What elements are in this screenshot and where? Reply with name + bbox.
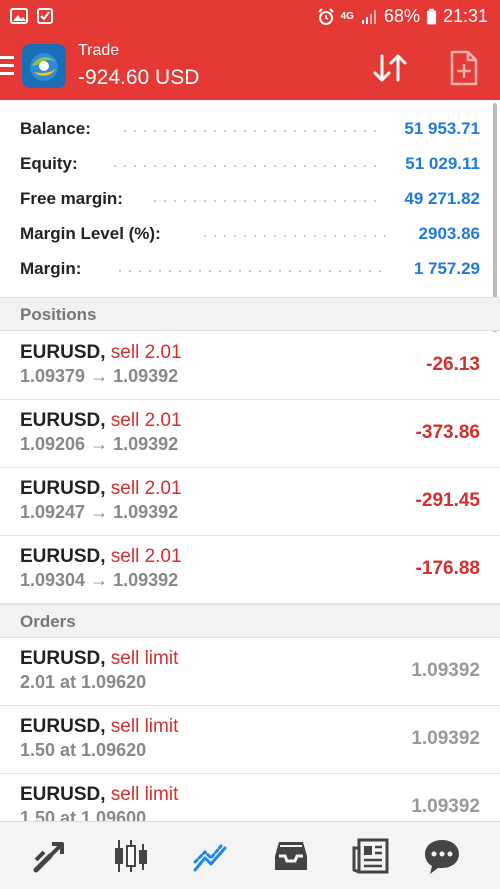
network-label: 4G xyxy=(340,11,354,22)
account-summary: Balance: 51 953.71 Equity: 51 029.11 Fre… xyxy=(0,110,500,285)
arrows-icon[interactable] xyxy=(30,836,70,876)
symbol: EURUSD, xyxy=(20,478,106,499)
summary-row-balance: Balance: 51 953.71 xyxy=(0,110,500,145)
alarm-icon xyxy=(317,7,334,25)
positions-header: Positions xyxy=(0,297,500,331)
summary-label: Margin: xyxy=(20,259,82,278)
trade-action: sell 2.01 xyxy=(110,478,182,499)
battery-icon xyxy=(426,8,437,24)
summary-value: 49 271.82 xyxy=(404,189,480,208)
symbol: EURUSD, xyxy=(20,546,106,567)
current-price: 1.09392 xyxy=(411,728,480,749)
new-order-icon[interactable] xyxy=(448,48,480,88)
summary-label: Free margin: xyxy=(20,189,123,208)
summary-value: 51 029.11 xyxy=(405,154,480,173)
trade-action: sell 2.01 xyxy=(110,410,182,431)
summary-value: 1 757.29 xyxy=(413,259,480,278)
dotted-leader xyxy=(110,165,380,167)
order-details: 2.01 at 1.09620 xyxy=(20,672,147,692)
profit-value: -176.88 xyxy=(415,558,480,579)
profit-total: -924.60 USD xyxy=(78,66,200,89)
symbol: EURUSD, xyxy=(20,784,106,805)
trade-action: sell limit xyxy=(110,716,179,737)
chat-icon[interactable] xyxy=(422,836,462,876)
symbol: EURUSD, xyxy=(20,716,106,737)
trade-action: sell limit xyxy=(110,784,179,805)
image-icon xyxy=(10,8,28,24)
price-range: 1.09379 → 1.09392 xyxy=(20,366,179,386)
position-row[interactable]: EURUSD, sell 2.01 1.09206 → 1.09392 -373… xyxy=(0,400,500,468)
summary-row-equity: Equity: 51 029.11 xyxy=(0,145,500,180)
sort-icon[interactable] xyxy=(370,48,410,88)
summary-label: Equity: xyxy=(20,154,78,173)
symbol: EURUSD, xyxy=(20,410,106,431)
checkbox-icon xyxy=(37,8,53,24)
price-range: 1.09206 → 1.09392 xyxy=(20,434,179,454)
profit-value: -26.13 xyxy=(426,354,480,375)
position-row[interactable]: EURUSD, sell 2.01 1.09247 → 1.09392 -291… xyxy=(0,468,500,536)
trade-action: sell 2.01 xyxy=(110,546,182,567)
trade-action: sell limit xyxy=(110,648,179,669)
position-row[interactable]: EURUSD, sell 2.01 1.09379 → 1.09392 -26.… xyxy=(0,332,500,400)
symbol: EURUSD, xyxy=(20,648,106,669)
price-range: 1.09304 → 1.09392 xyxy=(20,570,179,590)
dotted-leader xyxy=(200,235,390,237)
dotted-leader xyxy=(120,130,380,132)
order-row[interactable]: EURUSD, sell limit 2.01 at 1.09620 1.093… xyxy=(0,638,500,706)
symbol: EURUSD, xyxy=(20,342,106,363)
order-row[interactable]: EURUSD, sell limit 1.50 at 1.09620 1.093… xyxy=(0,706,500,774)
candlestick-icon[interactable] xyxy=(111,836,151,876)
menu-icon[interactable] xyxy=(0,56,14,76)
orders-header: Orders xyxy=(0,604,500,638)
newspaper-icon[interactable] xyxy=(351,836,391,876)
summary-label: Balance: xyxy=(20,119,91,138)
current-price: 1.09392 xyxy=(411,796,480,817)
summary-label: Margin Level (%): xyxy=(20,224,161,243)
trend-icon[interactable] xyxy=(191,836,231,876)
summary-value: 51 953.71 xyxy=(404,119,480,138)
section-title: Positions xyxy=(20,305,97,324)
signal-icon xyxy=(361,9,376,24)
dotted-leader xyxy=(150,200,380,202)
app-bar: Trade -924.60 USD xyxy=(0,34,500,100)
summary-value: 2903.86 xyxy=(418,224,480,243)
current-price: 1.09392 xyxy=(411,660,480,681)
section-title: Orders xyxy=(20,612,76,631)
summary-row-margin-level: Margin Level (%): 2903.86 xyxy=(0,215,500,250)
bottom-navigation xyxy=(0,821,500,889)
summary-row-margin: Margin: 1 757.29 xyxy=(0,250,500,285)
profit-value: -373.86 xyxy=(415,422,480,443)
price-range: 1.09247 → 1.09392 xyxy=(20,502,179,522)
screen-title: Trade xyxy=(78,42,120,59)
metatrader-logo[interactable] xyxy=(22,44,66,88)
inbox-icon[interactable] xyxy=(271,836,311,876)
trade-action: sell 2.01 xyxy=(110,342,182,363)
status-time: 21:31 xyxy=(442,6,488,26)
dotted-leader xyxy=(115,270,385,272)
status-bar: 4G 68% 21:31 xyxy=(0,0,500,34)
summary-row-free-margin: Free margin: 49 271.82 xyxy=(0,180,500,215)
profit-value: -291.45 xyxy=(415,490,480,511)
position-row[interactable]: EURUSD, sell 2.01 1.09304 → 1.09392 -176… xyxy=(0,536,500,604)
battery-percent: 68% xyxy=(383,6,420,26)
order-details: 1.50 at 1.09620 xyxy=(20,740,147,760)
